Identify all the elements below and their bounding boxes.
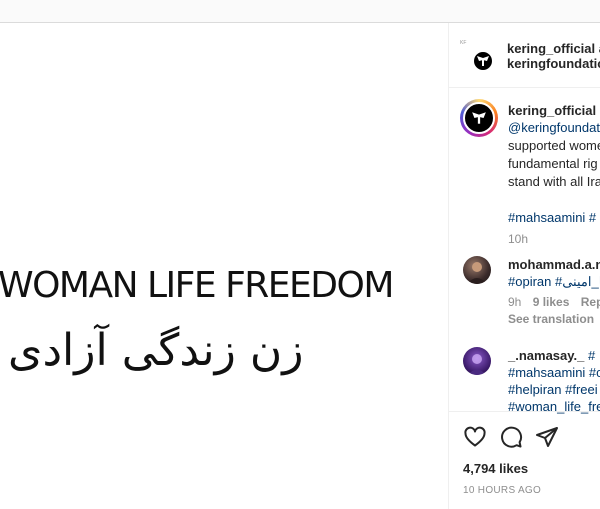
kering-logo-icon (463, 102, 495, 134)
kering-logo-icon (472, 50, 494, 72)
caption-line: supported wome (508, 138, 600, 153)
comment: mohammad.a.n #opiran #مهسا_امینی 9h 9 li… (508, 256, 600, 328)
post-side-panel: KF kering_official a keringfoundatio ker… (449, 23, 600, 509)
comment-hashtags[interactable]: #woman_life_fre (508, 398, 600, 415)
caption-line: fundamental rig (508, 156, 598, 171)
like-count[interactable]: 4,794 likes (463, 461, 528, 476)
header-divider (449, 87, 600, 88)
comment: _.namasay._ # #mahsaamini #c #helpiran #… (508, 347, 600, 415)
comment-time[interactable]: 9h (508, 295, 521, 309)
comment-likes[interactable]: 9 likes (533, 295, 570, 309)
image-text-persian: زن زندگی آزادی (8, 325, 304, 376)
comment-hashtag[interactable]: # (588, 348, 595, 363)
post-image[interactable]: WOMAN LIFE FREEDOM زن زندگی آزادی (0, 23, 448, 509)
commenter-avatar[interactable] (463, 256, 491, 284)
share-icon[interactable] (535, 425, 559, 449)
post-author[interactable]: kering_official a (507, 41, 600, 56)
heart-icon[interactable] (463, 425, 487, 449)
caption-time[interactable]: 10h (508, 230, 600, 248)
commenter-avatar[interactable] (463, 347, 491, 375)
reply-button[interactable]: Repl (581, 295, 600, 309)
comment-username[interactable]: _.namasay._ (508, 348, 584, 363)
actions-divider (449, 411, 600, 412)
post-time-ago[interactable]: 10 HOURS AGO (463, 485, 541, 496)
comment-username[interactable]: mohammad.a.n (508, 256, 600, 273)
author-avatar[interactable]: KF (460, 40, 495, 73)
caption-mention[interactable]: @keringfoundat (508, 119, 600, 137)
comment-hashtags[interactable]: #helpiran #freei (508, 381, 600, 398)
top-bar (0, 0, 600, 23)
comment-first-line: _.namasay._ # (508, 347, 600, 364)
caption-line: stand with all Ira (508, 174, 600, 189)
image-text-english: WOMAN LIFE FREEDOM (0, 265, 394, 306)
collab-avatar: KF (460, 40, 467, 46)
caption-hashtags[interactable]: #mahsaamini # (508, 209, 600, 227)
caption-avatar[interactable] (460, 99, 498, 137)
post-collaborator[interactable]: keringfoundatio (507, 56, 600, 71)
comment-icon[interactable] (499, 425, 523, 449)
comment-meta: 9h 9 likes Repl (508, 294, 600, 311)
caption-text: @keringfoundat supported wome fundamenta… (508, 119, 600, 248)
comment-hashtags[interactable]: #mahsaamini #c (508, 364, 600, 381)
comment-hashtags[interactable]: #opiran #مهسا_امینی (508, 273, 600, 290)
caption-username[interactable]: kering_official (508, 103, 596, 118)
post-actions (463, 425, 593, 449)
see-translation-link[interactable]: See translation (508, 311, 600, 328)
